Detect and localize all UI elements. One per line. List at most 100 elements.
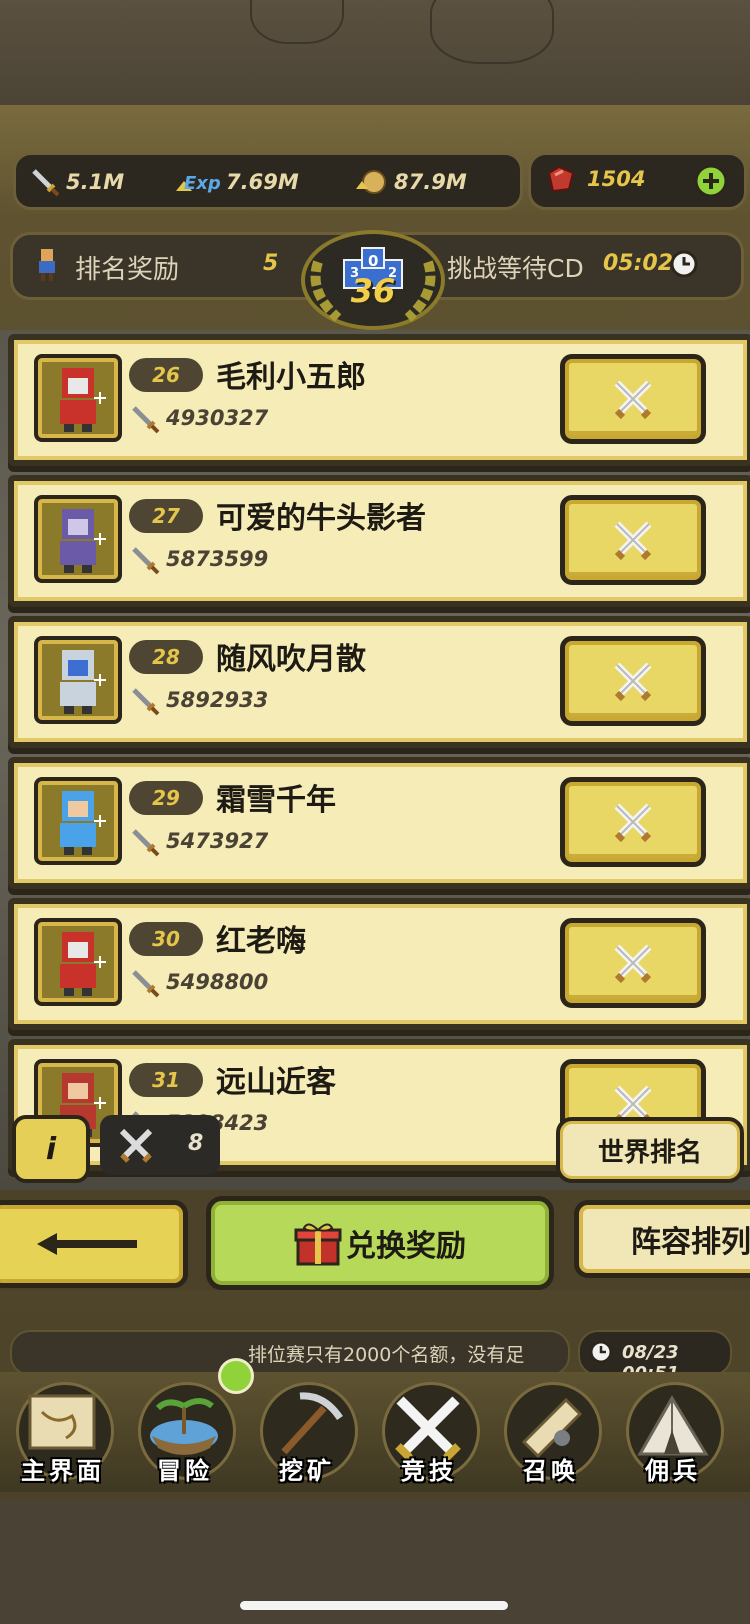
gem-bar: 1504 [528, 152, 747, 210]
crossed-swords-icon [614, 521, 652, 561]
power-resource: 5.1M [30, 165, 124, 199]
svg-text:Exp: Exp [184, 173, 220, 194]
nav-item-island[interactable]: 冒险 [126, 1382, 244, 1488]
player-power: 5473927 [166, 829, 269, 853]
arrow-left-icon [37, 1233, 137, 1255]
exchange-label: 兑换奖励 [346, 1229, 466, 1264]
gold-value: 87.9M [394, 170, 467, 194]
resource-bar: 5.1M Exp 7.69M 87.9M [13, 152, 523, 210]
crossed-swords-icon [614, 944, 652, 984]
player-power: 5873599 [166, 547, 269, 571]
current-rank: 36 [350, 272, 396, 310]
red-demon-avatar [60, 932, 106, 996]
player-power: 4930327 [166, 406, 269, 430]
notification-dot [218, 1358, 254, 1394]
power-value: 5.1M [66, 170, 125, 194]
player-rank: 26 [129, 358, 203, 392]
nav-item-summon-scroll[interactable]: 召唤 [492, 1382, 610, 1488]
red-demon-avatar [60, 368, 106, 432]
horned-purple-avatar [60, 509, 106, 573]
player-rank: 28 [129, 640, 203, 674]
clock-icon [670, 250, 698, 278]
player-rank: 27 [129, 499, 203, 533]
attempts-value: 8 [188, 1131, 204, 1156]
gold-icon [356, 170, 386, 194]
rank-reward-value: 5 [263, 251, 279, 276]
blue-hair-avatar [60, 791, 106, 855]
info-label: i [45, 1131, 57, 1167]
exchange-reward-button[interactable]: 兑换奖励 [206, 1196, 554, 1290]
player-power: 5498800 [166, 970, 269, 994]
server-time: 08/23 00:51 [578, 1330, 732, 1384]
lineup-button[interactable]: 阵容排列 [574, 1200, 750, 1278]
player-avatar[interactable] [34, 636, 122, 724]
challenge-button[interactable] [560, 495, 706, 585]
nav-item-pickaxe[interactable]: 挖矿 [248, 1382, 366, 1488]
player-name: 霜雪千年 [216, 783, 336, 818]
player-avatar[interactable] [34, 777, 122, 865]
trophy-person-icon [39, 249, 55, 281]
exp-icon: Exp [176, 173, 220, 194]
sword-icon [132, 829, 160, 857]
sword-icon [32, 169, 60, 197]
player-rank: 29 [129, 781, 203, 815]
sword-icon [132, 970, 160, 998]
player-avatar[interactable] [34, 918, 122, 1006]
player-name: 随风吹月散 [216, 642, 366, 677]
challenge-button[interactable] [560, 636, 706, 726]
time-clock-icon [589, 1340, 613, 1364]
ruby-icon [547, 165, 575, 193]
silver-knight-avatar [60, 650, 106, 714]
nav-item-tent[interactable]: 佣兵 [614, 1382, 732, 1488]
nav-label: 挖矿 [279, 1457, 335, 1485]
player-rank: 30 [129, 922, 203, 956]
sword-icon [132, 547, 160, 575]
world-rank-button[interactable]: 世界排名 [556, 1117, 744, 1183]
attempts-counter: 8 [100, 1115, 220, 1175]
add-gems-button[interactable] [693, 163, 729, 199]
gem-value: 1504 [587, 167, 646, 191]
rank-reward-label: 排名奖励 [75, 255, 180, 285]
player-power: 5892933 [166, 688, 269, 712]
nav-item-crossed-swords[interactable]: 竞技 [370, 1382, 488, 1488]
nav-item-map-scroll[interactable]: 主界面 [4, 1382, 122, 1488]
player-row[interactable]: 28 随风吹月散 5892933 [8, 616, 750, 748]
player-row[interactable]: 30 红老嗨 5498800 [8, 898, 750, 1030]
back-button[interactable] [0, 1200, 188, 1288]
world-rank-label: 世界排名 [597, 1137, 702, 1168]
announcement-ticker: 排位赛只有2000个名额，没有足 [10, 1330, 570, 1376]
exp-resource: Exp 7.69M [174, 165, 299, 199]
player-avatar[interactable] [34, 495, 122, 583]
challenge-cd-label: 挑战等待CD [447, 254, 584, 283]
player-name: 红老嗨 [216, 924, 306, 959]
player-row[interactable]: 27 可爱的牛头影者 5873599 [8, 475, 750, 607]
challenge-button[interactable] [560, 918, 706, 1008]
sword-icon [132, 688, 160, 716]
nav-label: 冒险 [157, 1457, 213, 1485]
home-indicator [240, 1601, 508, 1610]
opponent-list[interactable]: 26 毛利小五郎 4930327 27 可爱的牛头影者 5873599 28 随风吹月散 589… [0, 330, 750, 1190]
crossed-swords-icon [614, 803, 652, 843]
crossed-swords-icon [614, 662, 652, 702]
info-button[interactable]: i [12, 1115, 90, 1183]
gold-resource: 87.9M [354, 165, 467, 199]
lineup-label: 阵容排列 [631, 1225, 750, 1260]
challenge-cd-value: 05:02 [603, 251, 674, 276]
exp-value: 7.69M [226, 170, 299, 194]
map-background-top [0, 0, 750, 115]
challenge-button[interactable] [560, 777, 706, 867]
crossed-swords-icon [614, 380, 652, 420]
player-name: 远山近客 [216, 1065, 336, 1100]
nav-label: 主界面 [21, 1457, 105, 1485]
ticker-text: 排位赛只有2000个名额，没有足 [248, 1344, 525, 1366]
player-avatar[interactable] [34, 354, 122, 442]
nav-label: 佣兵 [645, 1457, 701, 1485]
player-row[interactable]: 26 毛利小五郎 4930327 [8, 334, 750, 466]
crossed-swords-icon [119, 1128, 153, 1163]
player-name: 毛利小五郎 [216, 360, 366, 395]
nav-label: 竞技 [401, 1457, 457, 1485]
player-row[interactable]: 29 霜雪千年 5473927 [8, 757, 750, 889]
gift-icon [294, 1223, 342, 1266]
challenge-button[interactable] [560, 354, 706, 444]
medal-digit-center: 0 [368, 252, 379, 270]
